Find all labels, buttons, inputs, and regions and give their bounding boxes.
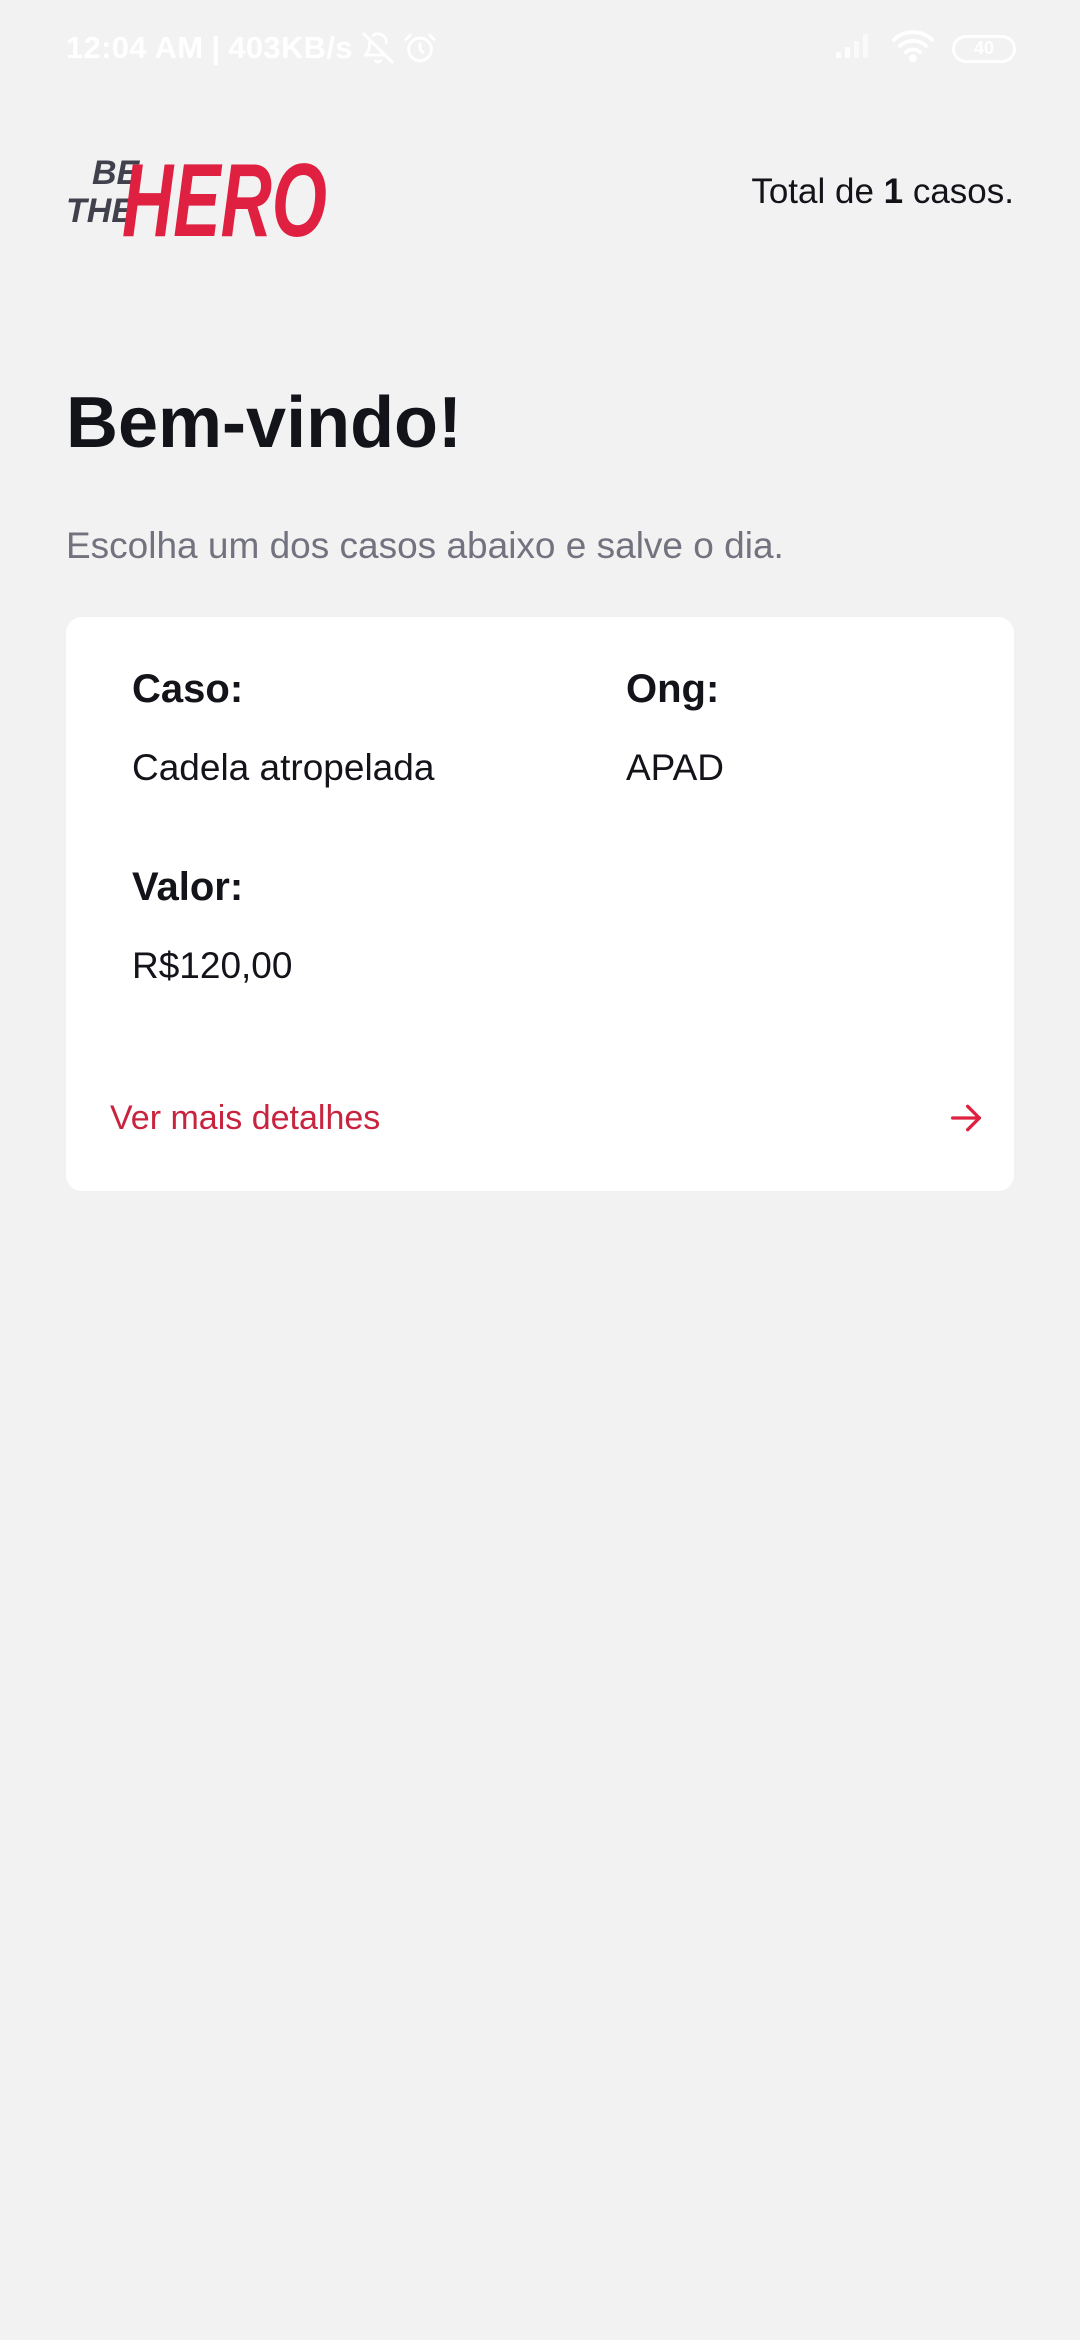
case-value: Cadela atropelada xyxy=(132,747,435,788)
notifications-off-icon xyxy=(361,31,395,65)
header: BE THE HERO Total de 1 casos. xyxy=(66,132,1014,259)
alarm-icon xyxy=(403,31,437,65)
battery-level: 40 xyxy=(973,38,995,58)
status-bar-left: 12:04 AM | 403KB/s xyxy=(66,30,437,66)
total-cases-text: Total de 1 casos. xyxy=(751,172,1014,212)
signal-icon xyxy=(834,32,874,65)
status-separator: | xyxy=(211,30,221,65)
status-bar-right: 40 xyxy=(834,30,1016,67)
ong-value: APAD xyxy=(626,747,725,788)
battery-icon: 40 xyxy=(952,34,1016,63)
status-time: 12:04 AM xyxy=(66,30,204,65)
status-bar: 12:04 AM | 403KB/s 40 xyxy=(0,0,1080,100)
details-button[interactable]: Ver mais detalhes xyxy=(110,1083,986,1153)
be-the-hero-logo: BE THE HERO xyxy=(66,132,331,259)
incident-card: Caso: Cadela atropelada Ong: APAD Valor:… xyxy=(66,617,1014,1191)
details-button-label: Ver mais detalhes xyxy=(110,1098,381,1137)
total-cases-prefix: Total de xyxy=(751,172,884,211)
wifi-icon xyxy=(891,30,935,67)
valor-label: Valor: xyxy=(132,865,244,909)
case-label: Caso: xyxy=(132,667,244,711)
page-title: Bem-vindo! xyxy=(66,383,462,463)
svg-text:HERO: HERO xyxy=(122,143,327,250)
total-cases-suffix: casos. xyxy=(903,172,1014,211)
valor-value: R$120,00 xyxy=(132,945,293,986)
status-network-speed: 403KB/s xyxy=(228,30,353,65)
arrow-right-icon xyxy=(946,1098,986,1138)
ong-label: Ong: xyxy=(626,667,720,711)
page-description: Escolha um dos casos abaixo e salve o di… xyxy=(66,525,784,566)
total-cases-count: 1 xyxy=(883,172,904,211)
